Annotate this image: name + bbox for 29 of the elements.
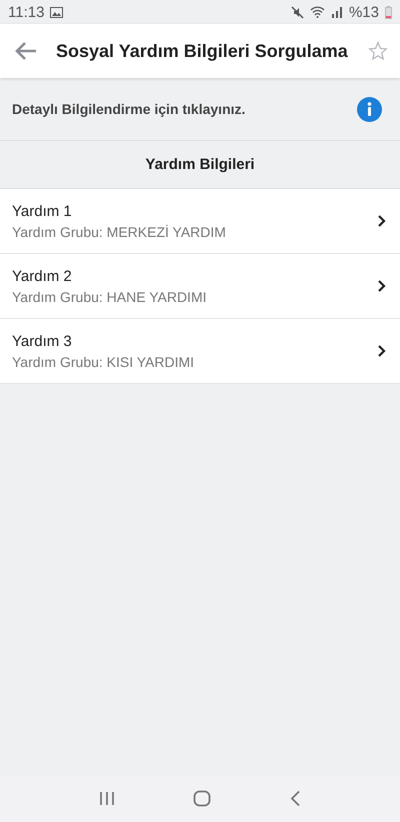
item-title: Yardım 3 (12, 332, 73, 350)
item-subtitle: Yardım Grubu: KISI YARDIMI (12, 354, 196, 370)
info-text: Detaylı Bilgilendirme için tıklayınız. (12, 101, 246, 117)
list-item[interactable]: Yardım 3 Yardım Grubu: KISI YARDIMI (0, 319, 400, 384)
chevron-icon (377, 344, 386, 358)
item-subtitle: Yardım Grubu: HANE YARDIMI (12, 288, 208, 304)
item-subtitle: Yardım Grubu: MERKEZİ YARDIM (12, 224, 227, 240)
mute-icon (290, 6, 304, 18)
home-button[interactable] (193, 790, 211, 807)
info-icon (357, 96, 382, 122)
item-title: Yardım 1 (12, 202, 73, 220)
signal-icon (330, 6, 343, 18)
back-nav-button[interactable] (289, 790, 301, 807)
section-title: Yardım Bilgileri (145, 156, 255, 173)
wifi-icon (310, 6, 325, 18)
page-title: Sosyal Yardım Bilgileri Sorgulama (56, 40, 349, 62)
image-icon (50, 6, 64, 18)
back-button[interactable] (14, 41, 38, 61)
item-title: Yardım 2 (12, 268, 73, 284)
star-button[interactable] (368, 41, 388, 61)
info-banner[interactable]: Detaylı Bilgilendirme için tıklayınız. (0, 78, 400, 141)
chevron-icon (377, 214, 386, 228)
recent-apps-button[interactable] (99, 791, 115, 806)
status-time: 11:13 (8, 4, 44, 20)
list-item[interactable]: Yardım 1 Yardım Grubu: MERKEZİ YARDIM (0, 189, 400, 254)
battery-percent: %13 (348, 4, 379, 20)
list-item[interactable]: Yardım 2 Yardım Grubu: HANE YARDIMI (0, 254, 400, 319)
chevron-icon (377, 279, 386, 293)
battery-icon (385, 6, 392, 18)
